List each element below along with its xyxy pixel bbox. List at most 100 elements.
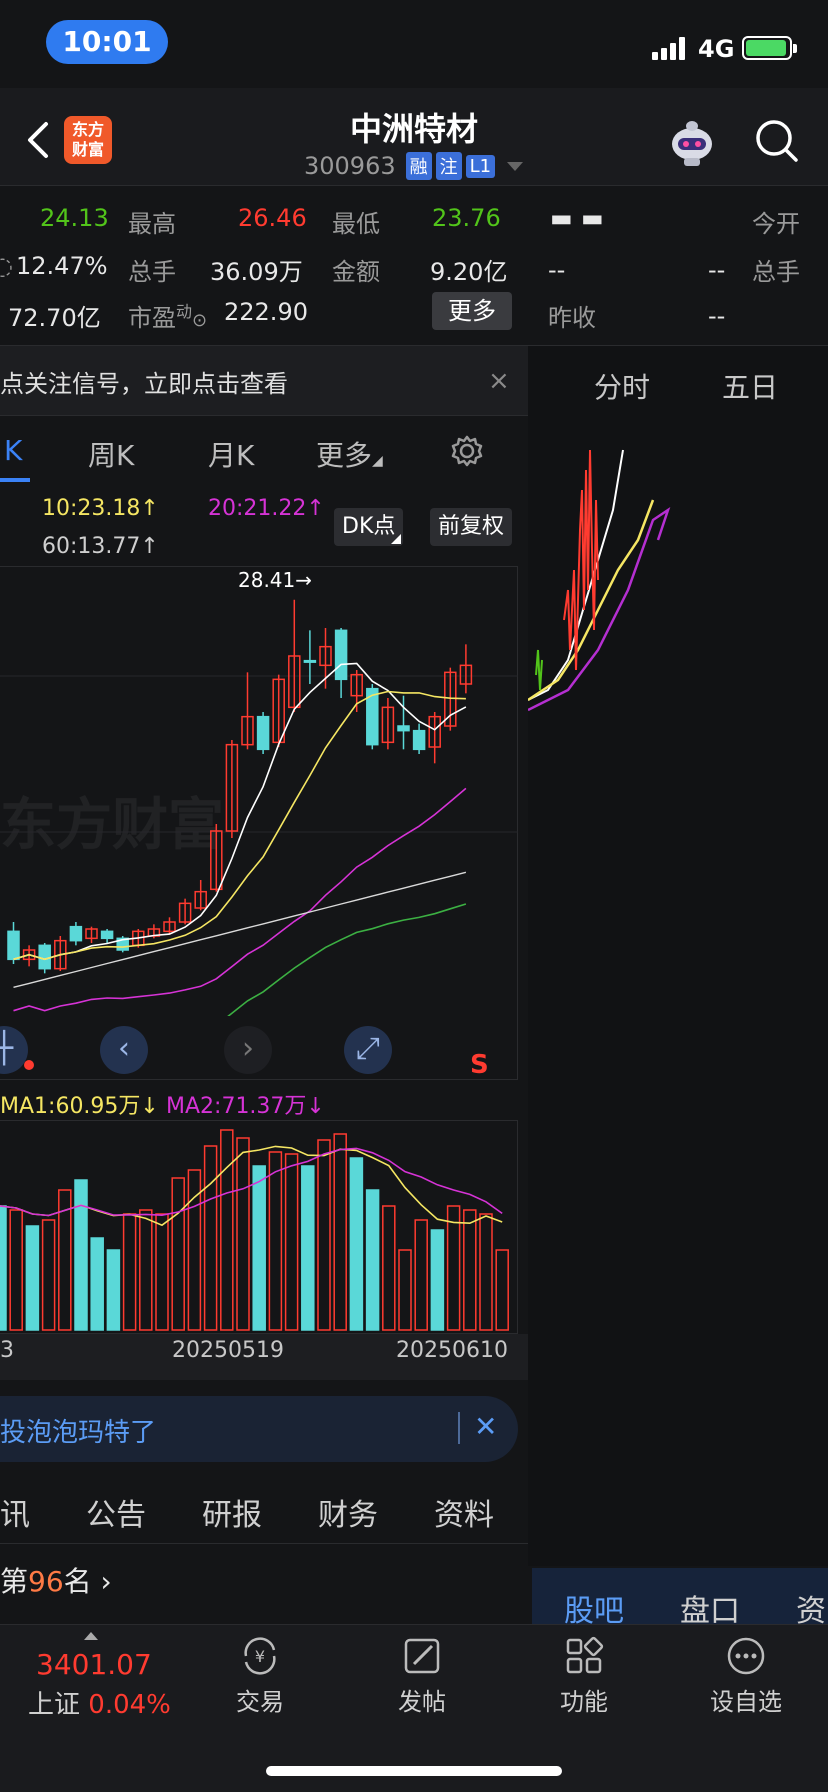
tab-five-day[interactable]: 五日	[722, 366, 778, 406]
tab-news[interactable]: 讯	[0, 1490, 30, 1534]
high-label: 最高	[128, 210, 176, 238]
ma10-legend: 10:23.18↑	[42, 496, 159, 521]
active-tab-indicator	[0, 478, 30, 482]
ma20-legend: 20:21.22↑	[208, 496, 325, 521]
high-price-label: 28.41→	[238, 568, 313, 592]
volume-bar-28	[446, 1205, 461, 1331]
home-indicator	[266, 1766, 562, 1776]
volume-bar-14	[220, 1129, 234, 1331]
function-button[interactable]: 功能	[534, 1636, 634, 1717]
vol-ma2-legend: MA2:71.37万↓	[166, 1094, 325, 1119]
volume-bar-25	[398, 1249, 412, 1331]
kline-tabs	[0, 416, 528, 486]
low-value: 23.76	[432, 204, 501, 232]
notice-text[interactable]: 点关注信号，立即点击查看	[0, 364, 288, 399]
index-value[interactable]: 3401.07	[36, 1648, 152, 1681]
notice-close-icon[interactable]: ×	[488, 366, 510, 396]
realtime-price: ▬ ▬	[550, 204, 604, 232]
sell-signal-mark: S	[470, 1050, 489, 1080]
candle-body-2	[38, 944, 51, 970]
brand-logo[interactable]: 东方 财富	[64, 116, 112, 164]
tag-attention: 注	[435, 152, 462, 180]
right-value-1: --	[548, 256, 566, 284]
banner-text[interactable]: 投泡泡玛特了	[0, 1412, 156, 1449]
candle-body-26	[412, 729, 426, 751]
date-label-mid: 20250519	[172, 1338, 284, 1363]
volume-bar-2	[25, 1225, 40, 1331]
rank-link[interactable]: 第96名 ›	[0, 1560, 112, 1600]
volume-bar-0	[0, 1205, 7, 1331]
volume-bar-1	[9, 1209, 23, 1331]
post-button[interactable]: 发帖	[372, 1636, 472, 1717]
volume-bar-23	[365, 1189, 380, 1331]
chart-next-button[interactable]: ›	[224, 1026, 272, 1074]
date-label-end: 20250610	[396, 1338, 508, 1363]
volume-bar-21	[333, 1133, 347, 1331]
grid-icon	[566, 1636, 604, 1674]
chart-prev-button[interactable]: ‹	[100, 1026, 148, 1074]
tab-month-k[interactable]: 月K	[208, 434, 254, 474]
volume-bar-10	[155, 1213, 169, 1331]
volume-bar-27	[430, 1229, 445, 1331]
search-icon[interactable]	[754, 118, 798, 162]
volume-bar-19	[301, 1165, 315, 1331]
banner-close-icon[interactable]: ✕	[474, 1410, 497, 1443]
volume-bar-5	[74, 1179, 88, 1331]
tab-research[interactable]: 研报	[202, 1490, 262, 1534]
quote-panel	[0, 186, 828, 346]
prev-close-value: --	[708, 302, 726, 330]
volume-bar-7	[106, 1249, 121, 1331]
tab-profile[interactable]: 资料	[434, 1490, 494, 1534]
tab-finance[interactable]: 财务	[318, 1490, 378, 1534]
index-name[interactable]: 上证 0.04%	[28, 1684, 171, 1721]
volume-bar-16	[252, 1165, 266, 1331]
gear-icon[interactable]	[450, 434, 484, 468]
status-time: 10:01	[46, 20, 168, 64]
volume-bar-11	[171, 1177, 185, 1331]
tab-announcement[interactable]: 公告	[86, 1490, 146, 1534]
volume-value: 36.09万	[210, 258, 303, 286]
volume-bar-18	[284, 1153, 299, 1331]
volume-bar-15	[236, 1137, 250, 1331]
tab-day-k[interactable]: K	[4, 434, 22, 467]
fullscreen-icon[interactable]: ⤢	[344, 1026, 392, 1074]
kline-chart[interactable]	[0, 566, 518, 1016]
stock-name: 中洲特材	[349, 110, 478, 148]
volume-bar-9	[139, 1209, 153, 1331]
more-button[interactable]: 更多	[432, 292, 512, 330]
back-icon[interactable]	[24, 120, 54, 160]
trade-icon: ¥	[244, 1637, 276, 1675]
dk-point-button[interactable]: DK点	[334, 508, 404, 546]
ma10-line	[13, 690, 466, 961]
volume-bar-6	[90, 1237, 104, 1331]
signal-dot	[24, 1060, 34, 1070]
current-price: 24.13	[40, 204, 109, 232]
more-dots-icon	[727, 1637, 765, 1675]
amount-value: 9.20亿	[430, 258, 508, 286]
candle-body-4	[69, 925, 83, 942]
volume-chart[interactable]	[0, 1120, 518, 1334]
volume-bar-8	[122, 1213, 137, 1331]
dropdown-arrow-icon	[507, 161, 524, 171]
trade-button[interactable]: ¥ 交易	[210, 1636, 310, 1717]
battery-icon	[742, 36, 797, 60]
robot-assistant-icon[interactable]	[664, 114, 720, 170]
banner-divider	[458, 1412, 460, 1444]
vol-ma1-legend: MA1:60.95万↓	[0, 1094, 159, 1119]
expand-arrow-icon[interactable]	[84, 1632, 98, 1640]
add-watchlist-button[interactable]: 设自选	[696, 1636, 796, 1717]
adjust-price-button[interactable]: 前复权	[430, 508, 513, 546]
volume-bar-24	[382, 1205, 396, 1331]
tab-intraday[interactable]: 分时	[594, 366, 650, 406]
svg-text:¥: ¥	[255, 1647, 265, 1666]
right-volume-label: 总手	[752, 258, 800, 286]
volume-bar-22	[349, 1157, 364, 1331]
volume-bar-31	[495, 1249, 509, 1331]
stock-code-row[interactable]: 300963 融 注 L1	[304, 152, 524, 180]
candle-body-0	[7, 930, 20, 961]
tab-week-k[interactable]: 周K	[88, 434, 134, 474]
high-value: 26.46	[238, 204, 307, 232]
candle-body-16	[256, 715, 270, 751]
volume-bar-17	[268, 1151, 283, 1331]
tab-more[interactable]: 更多◢	[316, 434, 383, 474]
